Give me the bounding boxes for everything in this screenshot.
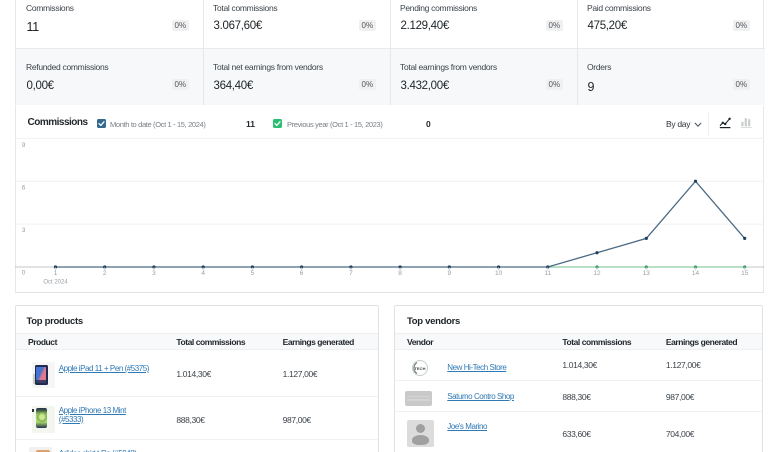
svg-text:Oct 2024: Oct 2024 — [43, 280, 68, 286]
svg-text:6: 6 — [22, 184, 26, 191]
svg-text:7: 7 — [349, 270, 353, 277]
svg-text:11: 11 — [544, 270, 551, 277]
svg-text:12: 12 — [593, 270, 601, 277]
svg-text:8: 8 — [398, 270, 402, 277]
svg-text:5: 5 — [251, 270, 255, 277]
svg-text:10: 10 — [495, 270, 503, 277]
svg-text:3: 3 — [152, 270, 156, 277]
svg-text:2: 2 — [103, 270, 107, 277]
svg-text:0: 0 — [22, 269, 26, 276]
svg-text:3: 3 — [22, 227, 26, 234]
svg-text:15: 15 — [741, 270, 749, 277]
svg-text:1: 1 — [54, 270, 58, 277]
svg-text:14: 14 — [692, 270, 700, 277]
svg-text:13: 13 — [643, 270, 651, 277]
svg-text:9: 9 — [447, 270, 451, 277]
svg-text:4: 4 — [201, 270, 205, 277]
svg-text:6: 6 — [300, 270, 304, 277]
svg-text:9: 9 — [22, 142, 26, 149]
